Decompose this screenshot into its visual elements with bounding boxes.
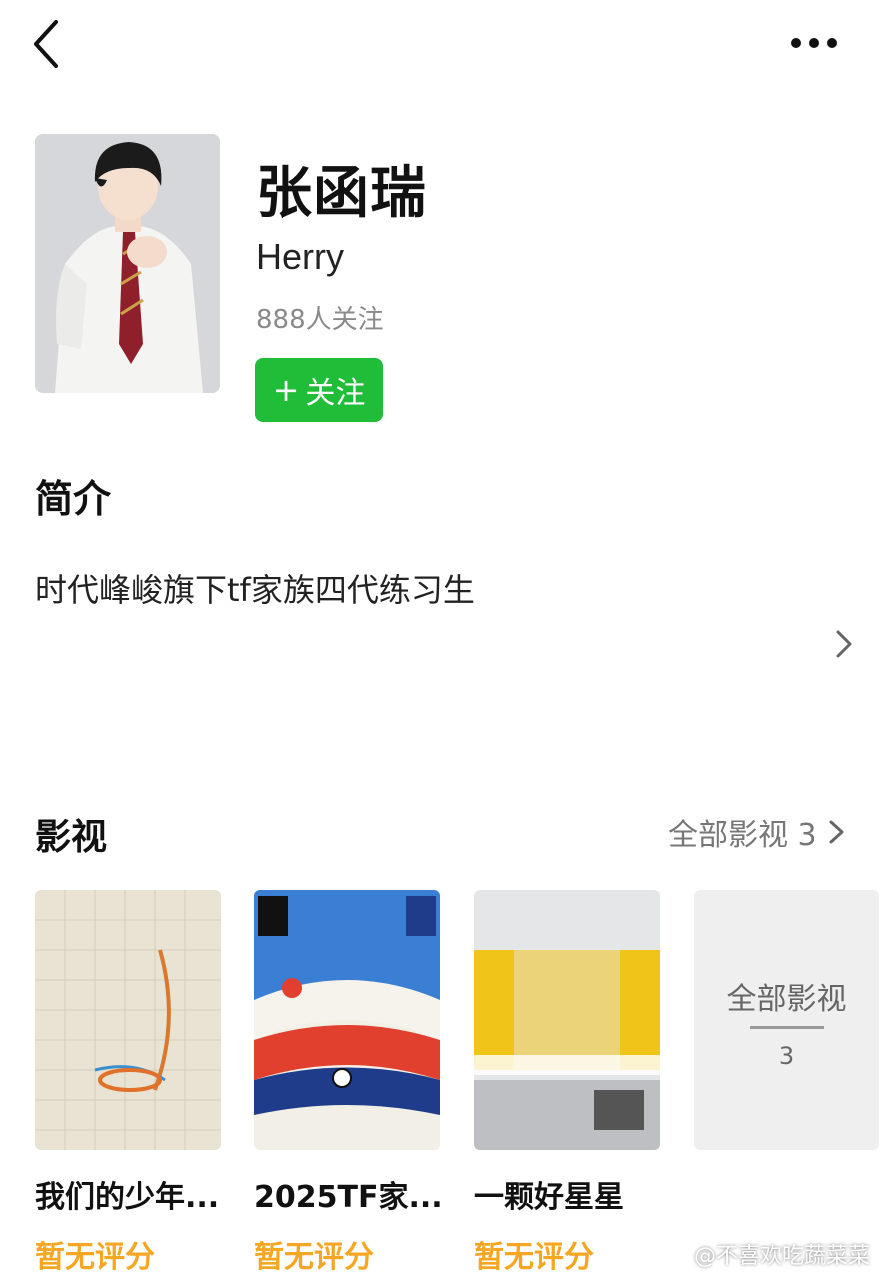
film-title: 一颗好星星 <box>474 1180 624 1215</box>
film-poster <box>474 890 660 1150</box>
film-card[interactable] <box>254 890 440 1150</box>
back-button[interactable] <box>28 18 68 70</box>
plus-icon: + <box>272 371 300 409</box>
film-rating: 暂无评分 <box>35 1240 155 1275</box>
intro-expand-button[interactable] <box>828 624 858 664</box>
all-films-card-count: 3 <box>778 1042 795 1070</box>
more-button[interactable] <box>786 28 842 58</box>
back-arrow-icon <box>34 20 58 68</box>
film-rating: 暂无评分 <box>254 1240 374 1275</box>
films-title: 影视 <box>35 817 108 858</box>
artist-name: 张函瑞 <box>256 161 427 226</box>
film-poster <box>254 890 440 1150</box>
portrait-image <box>35 134 220 393</box>
poster-image-1 <box>35 890 221 1150</box>
watermark: @不喜欢吃蔬菜菜 <box>660 1238 870 1270</box>
avatar[interactable] <box>35 134 220 393</box>
film-card[interactable] <box>35 890 221 1150</box>
weibo-icon <box>660 1244 689 1266</box>
film-rating: 暂无评分 <box>474 1240 594 1275</box>
film-title: 2025TF家... <box>254 1180 443 1215</box>
film-card[interactable] <box>474 890 660 1150</box>
intro-text: 时代峰峻旗下tf家族四代练习生 <box>35 571 475 609</box>
divider <box>750 1026 824 1029</box>
film-poster <box>35 890 221 1150</box>
artist-english-name: Herry <box>256 236 344 277</box>
more-dots-icon <box>791 38 837 48</box>
poster-image-3 <box>474 890 660 1150</box>
film-title: 我们的少年... <box>35 1180 220 1215</box>
all-films-label: 全部影视 3 <box>668 818 817 853</box>
all-films-card-label: 全部影视 <box>726 982 847 1017</box>
follow-button-label: 关注 <box>305 376 366 411</box>
poster-image-2 <box>254 890 440 1150</box>
intro-title: 简介 <box>35 477 112 521</box>
all-films-link[interactable]: 全部影视 3 <box>668 810 849 854</box>
follow-button[interactable]: + 关注 <box>255 358 383 422</box>
top-bar <box>0 0 889 90</box>
follower-count: 888人关注 <box>256 305 384 335</box>
chevron-right-icon <box>836 630 852 658</box>
chevron-right-icon <box>823 817 849 847</box>
all-films-card[interactable]: 全部影视 3 <box>694 890 879 1150</box>
watermark-text: @不喜欢吃蔬菜菜 <box>694 1244 871 1269</box>
